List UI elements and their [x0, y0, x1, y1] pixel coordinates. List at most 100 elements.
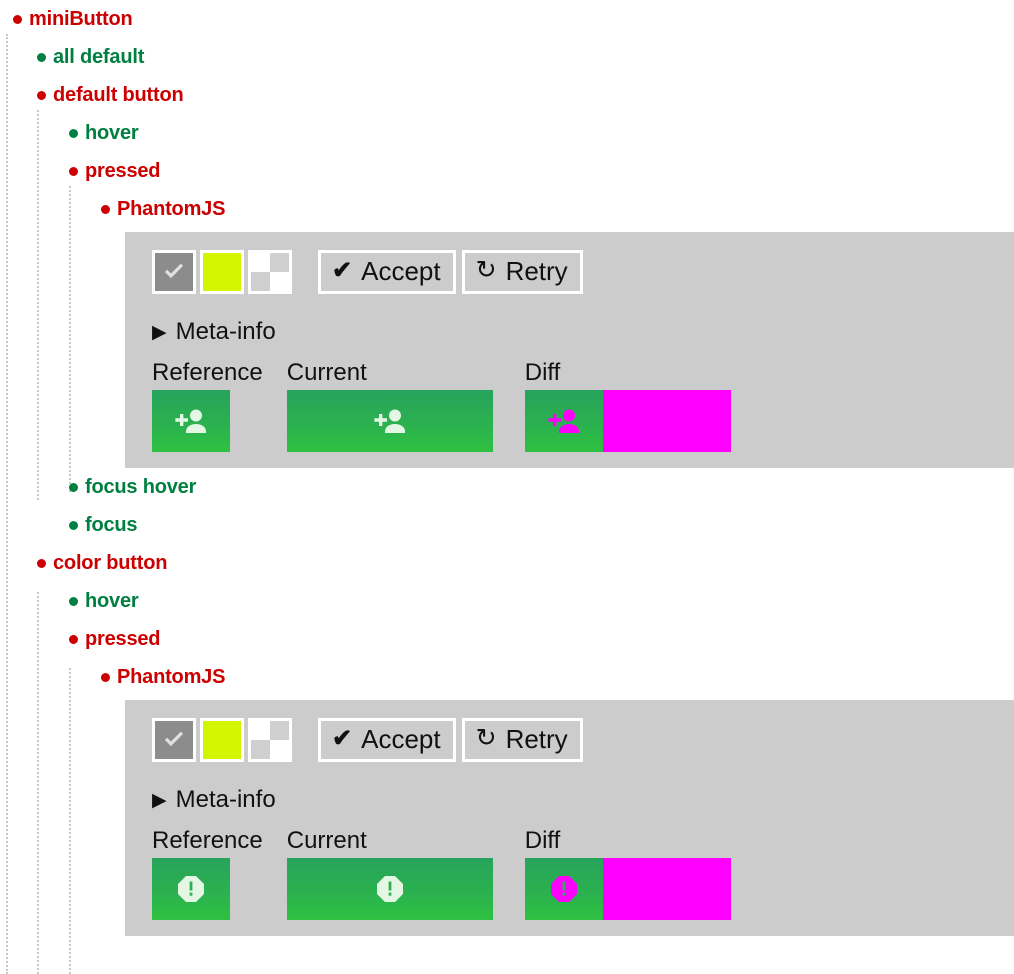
- swatch-transparent-button[interactable]: [248, 718, 292, 763]
- reference-image[interactable]: [152, 858, 230, 921]
- add-person-icon: [175, 409, 206, 434]
- tree-node-label[interactable]: PhantomJS: [101, 658, 1014, 696]
- reference-image[interactable]: [152, 390, 230, 453]
- tree-node-color-button[interactable]: color button: [37, 544, 1014, 582]
- node-title: PhantomJS: [117, 666, 226, 689]
- diff-column: Diff: [524, 827, 731, 921]
- swatch-lime-button[interactable]: [200, 250, 244, 294]
- tree-node-label[interactable]: pressed: [69, 620, 1014, 658]
- status-bullet-pass-icon: [37, 52, 46, 62]
- tree-level-3-cont: focus hover focus: [0, 468, 1014, 544]
- tree-node-label[interactable]: hover: [69, 114, 1014, 152]
- tree-node-label[interactable]: PhantomJS: [101, 190, 1014, 228]
- tree-node-miniButton[interactable]: miniButton: [0, 0, 1014, 38]
- reference-column: Reference: [152, 359, 263, 453]
- tree-node-label[interactable]: focus: [69, 506, 1014, 544]
- status-bullet-fail-icon: [37, 90, 46, 100]
- retry-button[interactable]: ↻ Retry: [461, 718, 583, 763]
- tree-node-default-button[interactable]: default button: [37, 76, 1014, 114]
- accept-button-label: Accept: [361, 723, 441, 754]
- guide-level-3b: [69, 668, 71, 974]
- current-label: Current: [286, 359, 367, 386]
- node-title: miniButton: [29, 8, 133, 30]
- status-bullet-fail-icon: [69, 634, 78, 644]
- tree-node-color-pressed[interactable]: pressed: [69, 620, 1014, 658]
- node-title: hover: [85, 122, 139, 144]
- tree-node-label[interactable]: hover: [69, 582, 1014, 620]
- tree-node-all-default[interactable]: all default: [37, 38, 1014, 76]
- tree-node-color-pressed-phantomjs[interactable]: PhantomJS: [101, 658, 1014, 696]
- tree-node-label[interactable]: miniButton: [0, 0, 1014, 38]
- tree-level-2: all default default button hover pressed: [0, 38, 1014, 228]
- node-title: all default: [53, 46, 145, 68]
- report-root: miniButton all default default button ho…: [0, 0, 1014, 974]
- current-label: Current: [286, 827, 367, 855]
- retry-button-label: Retry: [505, 723, 568, 754]
- diff-label: Diff: [524, 827, 561, 855]
- retry-button[interactable]: ↻ Retry: [461, 250, 583, 294]
- current-column: Current: [286, 827, 493, 921]
- current-image[interactable]: [286, 858, 493, 921]
- swatch-transparent-button[interactable]: [248, 250, 292, 294]
- tree-node-default-pressed[interactable]: pressed: [69, 152, 1014, 190]
- alert-octagon-icon: [178, 876, 204, 903]
- reference-label: Reference: [152, 359, 263, 386]
- tree-node-label[interactable]: pressed: [69, 152, 1014, 190]
- status-bullet-pass-icon: [69, 596, 78, 606]
- swatch-checkmark-button[interactable]: [152, 718, 196, 763]
- check-icon: [164, 263, 184, 279]
- tree-node-color-hover[interactable]: hover: [69, 582, 1014, 620]
- tree-level-3b: hover pressed PhantomJS: [37, 582, 1014, 696]
- meta-info-toggle[interactable]: ▶ Meta-info: [152, 786, 276, 814]
- node-title: focus hover: [85, 476, 197, 499]
- node-title: PhantomJS: [117, 198, 226, 220]
- node-title: color button: [53, 552, 168, 575]
- tree-level-3: hover pressed PhantomJS: [37, 114, 1014, 228]
- meta-info-label: Meta-info: [175, 786, 276, 814]
- check-icon: [164, 731, 184, 747]
- reference-column: Reference: [152, 827, 263, 921]
- diff-image[interactable]: [524, 858, 731, 921]
- retry-button-label: Retry: [505, 255, 568, 286]
- result-toolbar: ✔ Accept ↻ Retry: [152, 250, 1014, 294]
- swatch-checkmark-button[interactable]: [152, 250, 196, 294]
- swatch-lime-button[interactable]: [200, 718, 244, 763]
- current-column: Current: [286, 359, 493, 453]
- status-bullet-fail-icon: [13, 14, 22, 24]
- status-bullet-fail-icon: [101, 204, 110, 214]
- tree-node-label[interactable]: focus hover: [69, 468, 1014, 506]
- check-icon: ✔: [332, 724, 353, 752]
- tree-node-label[interactable]: default button: [37, 76, 1014, 114]
- add-person-icon: [374, 409, 405, 434]
- current-image[interactable]: [286, 390, 493, 453]
- tree-node-default-focus-hover[interactable]: focus hover: [69, 468, 1014, 506]
- diff-overlap-region: [524, 390, 603, 453]
- diff-column: Diff: [524, 359, 731, 453]
- accept-button[interactable]: ✔ Accept: [318, 718, 456, 763]
- guide-level-3a: [69, 186, 71, 492]
- node-title: focus: [85, 514, 138, 537]
- refresh-icon: ↻: [475, 256, 497, 284]
- meta-info-toggle[interactable]: ▶ Meta-info: [152, 318, 276, 346]
- node-title: pressed: [85, 160, 161, 182]
- tree-level-2-cont: color button hover pressed PhantomJS: [0, 544, 1014, 696]
- diff-label: Diff: [524, 359, 561, 386]
- result-toolbar: ✔ Accept ↻ Retry: [152, 718, 1014, 763]
- reference-label: Reference: [152, 827, 263, 855]
- tree-node-label[interactable]: color button: [37, 544, 1014, 582]
- node-title: hover: [85, 590, 139, 613]
- accept-button[interactable]: ✔ Accept: [318, 250, 456, 294]
- comparison-images: Reference Current Diff: [152, 359, 1014, 453]
- alert-octagon-icon: [376, 876, 403, 903]
- tree-node-default-pressed-phantomjs[interactable]: PhantomJS: [101, 190, 1014, 228]
- status-bullet-fail-icon: [69, 166, 78, 176]
- chevron-right-icon: ▶: [152, 789, 167, 811]
- background-swatch-group: [152, 250, 292, 294]
- tree-node-default-hover[interactable]: hover: [69, 114, 1014, 152]
- tree-node-label[interactable]: all default: [37, 38, 1014, 76]
- status-bullet-fail-icon: [37, 558, 46, 568]
- diff-image[interactable]: [524, 390, 731, 453]
- tree-level-4b: PhantomJS: [69, 658, 1014, 696]
- check-icon: ✔: [332, 256, 353, 284]
- tree-node-default-focus[interactable]: focus: [69, 506, 1014, 544]
